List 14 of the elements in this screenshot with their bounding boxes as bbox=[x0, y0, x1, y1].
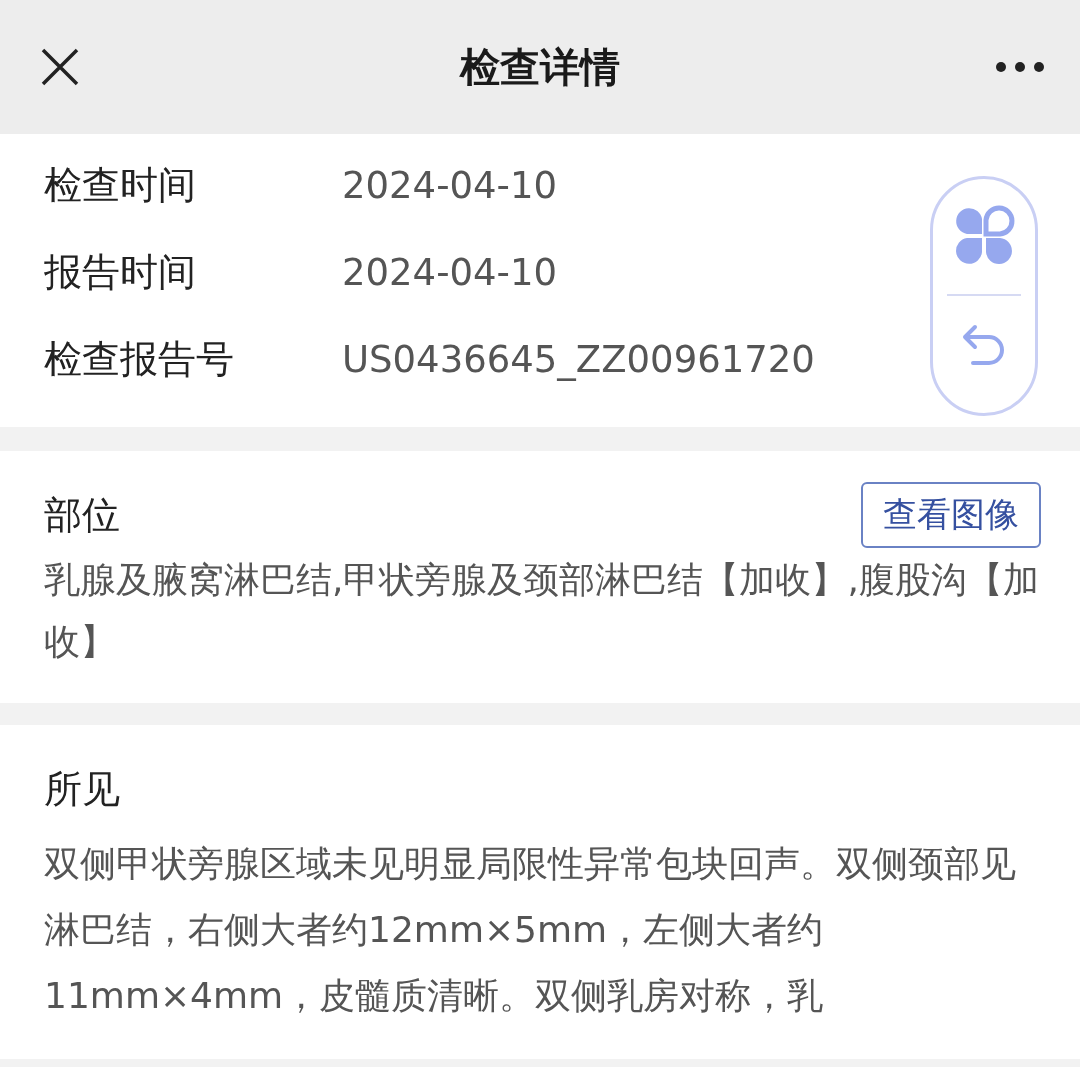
section-title: 所见 bbox=[44, 765, 120, 813]
section-title: 部位 bbox=[44, 491, 120, 539]
field-value: US0436645_ZZ00961720 bbox=[342, 338, 815, 381]
more-icon bbox=[995, 61, 1045, 73]
field-label: 检查报告号 bbox=[44, 336, 235, 383]
close-icon bbox=[40, 47, 80, 87]
view-images-button[interactable]: 查看图像 bbox=[861, 482, 1041, 548]
page-title: 检查详情 bbox=[460, 42, 620, 92]
field-value: 2024-04-10 bbox=[342, 164, 558, 207]
findings-text: 双侧甲状旁腺区域未见明显局限性异常包块回声。双侧颈部见淋巴结，右侧大者约12mm×5mm，左侧大者约11mm×4mm，皮髓质清晰。双侧乳房对称，乳 bbox=[44, 842, 1017, 1018]
field-label: 报告时间 bbox=[44, 249, 197, 296]
field-value: 2024-04-10 bbox=[342, 251, 558, 294]
field-label: 检查时间 bbox=[44, 162, 197, 209]
site-text: 乳腺及腋窝淋巴结,甲状旁腺及颈部淋巴结【加收】,腹股沟【加收】 bbox=[44, 558, 1040, 664]
